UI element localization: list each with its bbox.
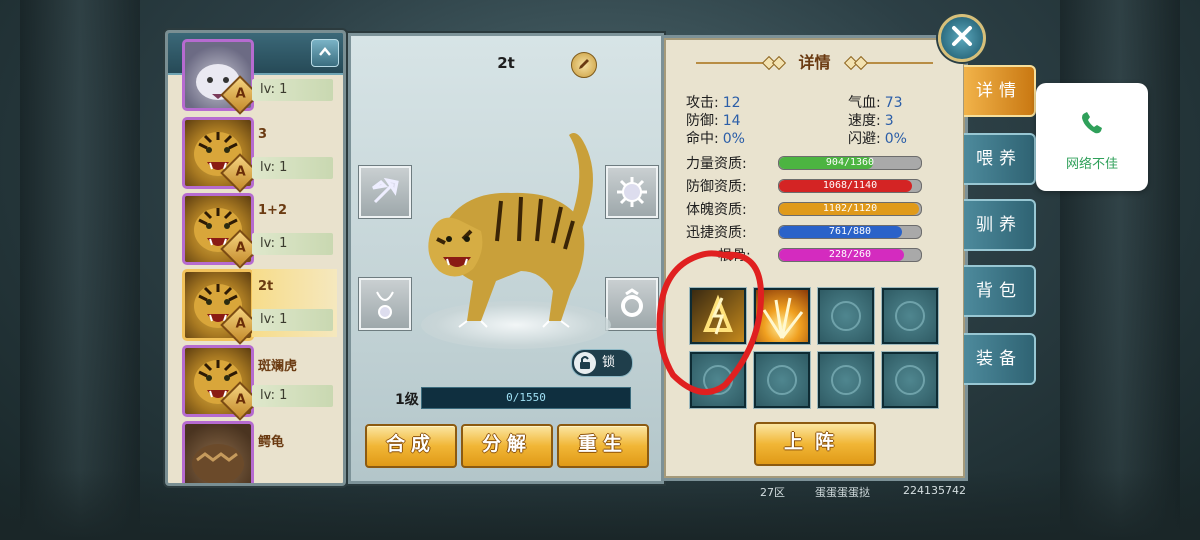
- tab-train[interactable]: 驯养: [964, 199, 1036, 251]
- tiger-emblem-icon: [831, 301, 861, 331]
- skill-slot-empty[interactable]: [818, 288, 874, 344]
- aptitude-bar: 904/1360: [778, 156, 922, 170]
- rebirth-button[interactable]: 重生: [557, 424, 649, 468]
- pet-name: 3: [258, 127, 268, 142]
- tiger-model: [428, 133, 593, 328]
- tab-equip[interactable]: 装备: [964, 333, 1036, 385]
- pet-name: 鳄龟: [258, 435, 285, 450]
- pet-list-panel: 全部 A lv: 1 A 3 lv: 1: [165, 30, 346, 486]
- deploy-button[interactable]: 上阵: [754, 422, 876, 466]
- stat-hit: 命中: 0%: [686, 131, 745, 147]
- pet-list-item[interactable]: A 3 lv: 1: [174, 117, 337, 193]
- pet-level: lv: 1: [252, 157, 333, 179]
- aptitude-bar: 1068/1140: [778, 179, 922, 193]
- pet-info: 鳄龟: [252, 421, 337, 483]
- pet-display-name: 2t: [497, 54, 515, 72]
- skill-slot-empty[interactable]: [818, 352, 874, 408]
- skill-slot-empty[interactable]: [882, 352, 938, 408]
- tiger-emblem-icon: [895, 301, 925, 331]
- pet-list[interactable]: A lv: 1 A 3 lv: 1 A 1+2 lv: 1 A 2t lv: 1…: [168, 39, 343, 483]
- lock-toggle[interactable]: 锁: [571, 349, 633, 377]
- phone-icon: [1082, 112, 1102, 134]
- level-label: 1级: [395, 392, 419, 408]
- aptitude-value: 1068/1140: [822, 180, 878, 191]
- aptitude-bar: 761/880: [778, 225, 922, 239]
- aptitude-value: 761/880: [828, 226, 872, 237]
- lock-icon: [574, 352, 596, 374]
- aptitude-label: 力量资质:: [686, 156, 747, 172]
- close-icon: [952, 26, 972, 46]
- red-annotation-circle: [656, 250, 765, 395]
- aptitude-value: 228/260: [828, 249, 872, 260]
- tiger-emblem-icon: [831, 365, 861, 395]
- player-id: 224135742: [903, 484, 966, 497]
- skill-slot-empty[interactable]: [882, 288, 938, 344]
- lock-label: 锁: [602, 355, 616, 370]
- detail-title: 详情: [798, 53, 831, 72]
- tab-feed[interactable]: 喂养: [964, 133, 1036, 185]
- compose-button[interactable]: 合成: [365, 424, 457, 468]
- pet-list-item[interactable]: 鳄龟: [174, 421, 337, 483]
- rename-button[interactable]: [571, 52, 597, 78]
- pet-info: 2t lv: 1: [252, 269, 337, 337]
- stat-dodge: 闪避: 0%: [848, 131, 907, 147]
- pet-level: lv: 1: [252, 79, 333, 101]
- network-toast[interactable]: 网络不佳: [1036, 83, 1148, 191]
- pet-list-item-selected[interactable]: A 2t lv: 1: [174, 269, 337, 345]
- player-name: 蛋蛋蛋蛋挞: [815, 486, 870, 499]
- stat-defense: 防御: 14: [686, 113, 741, 129]
- tiger-emblem-icon: [895, 365, 925, 395]
- close-button[interactable]: [938, 14, 986, 62]
- aptitude-label: 体魄资质:: [686, 202, 747, 218]
- pet-display-panel: 2t 锁 1级 0/1550 合成 分解 重生: [348, 33, 664, 484]
- background-pillar: [20, 0, 140, 540]
- stat-speed: 速度: 3: [848, 113, 894, 129]
- network-status-text: 网络不佳: [1065, 157, 1118, 172]
- aptitude-bar: 228/260: [778, 248, 922, 262]
- pet-level: lv: 1: [252, 309, 333, 331]
- pencil-icon: [579, 59, 589, 69]
- pet-level: lv: 1: [252, 233, 333, 255]
- stat-attack: 攻击: 12: [686, 95, 741, 111]
- tab-details[interactable]: 详情: [964, 65, 1036, 117]
- pet-name: 斑斓虎: [258, 359, 298, 374]
- aptitude-label: 防御资质:: [686, 179, 747, 195]
- aptitude-value: 1102/1120: [822, 203, 878, 214]
- aptitude-value: 904/1360: [825, 157, 875, 168]
- pet-list-item[interactable]: A 1+2 lv: 1: [174, 193, 337, 269]
- axe-icon: [372, 177, 399, 204]
- pet-info: lv: 1: [252, 39, 337, 107]
- necklace-icon: [376, 291, 394, 319]
- pet-info: 斑斓虎 lv: 1: [252, 345, 337, 413]
- exp-bar: 0/1550: [421, 387, 631, 409]
- pet-list-item[interactable]: A 斑斓虎 lv: 1: [174, 345, 337, 421]
- aptitude-label: 迅捷资质:: [686, 225, 747, 241]
- pet-level: lv: 1: [252, 385, 333, 407]
- pet-info: 1+2 lv: 1: [252, 193, 337, 261]
- decompose-button[interactable]: 分解: [461, 424, 553, 468]
- pet-info: 3 lv: 1: [252, 117, 337, 185]
- server-label: 27区: [760, 486, 785, 499]
- detail-header: 详情: [666, 50, 963, 76]
- pet-name: 2t: [258, 279, 274, 294]
- tab-bag[interactable]: 背包: [964, 265, 1036, 317]
- exp-text: 0/1550: [506, 391, 546, 404]
- background-pillar: [1060, 0, 1180, 540]
- pet-list-item[interactable]: A lv: 1: [174, 39, 337, 115]
- stat-hp: 气血: 73: [848, 95, 903, 111]
- turtle-avatar-icon: [182, 421, 254, 483]
- aptitude-bar: 1102/1120: [778, 202, 922, 216]
- pet-name: 1+2: [258, 203, 287, 218]
